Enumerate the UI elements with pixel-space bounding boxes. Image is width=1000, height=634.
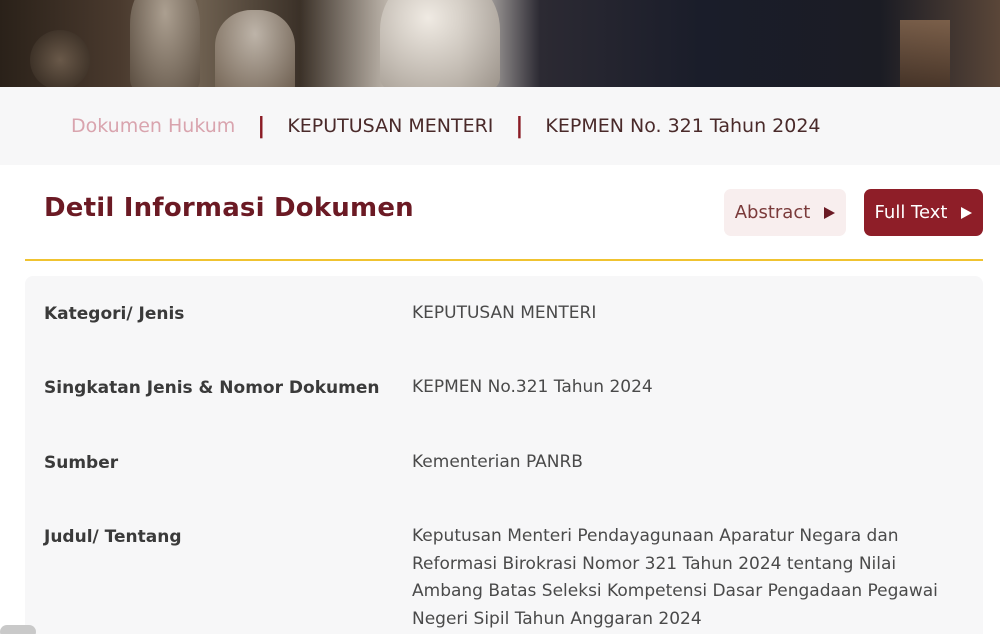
- breadcrumb-home-link[interactable]: Dokumen Hukum: [71, 115, 235, 137]
- info-label: Judul/ Tentang: [44, 527, 182, 547]
- breadcrumb: Dokumen Hukum | KEPUTUSAN MENTERI | KEPM…: [0, 87, 1000, 165]
- document-header: Detil Informasi Dokumen Abstract Full Te…: [25, 165, 983, 261]
- hero-decor: [130, 0, 200, 87]
- abstract-button[interactable]: Abstract: [724, 189, 846, 236]
- full-text-button[interactable]: Full Text: [864, 189, 983, 236]
- breadcrumb-category-link[interactable]: KEPUTUSAN MENTERI: [287, 115, 493, 137]
- document-info-card: Kategori/ Jenis KEPUTUSAN MENTERI Singka…: [25, 276, 983, 634]
- play-triangle-icon: [961, 206, 973, 219]
- hero-decor: [380, 0, 500, 87]
- hero-decor: [30, 30, 90, 87]
- breadcrumb-separator: |: [257, 113, 266, 139]
- info-value: KEPUTUSAN MENTERI: [412, 303, 597, 323]
- page-title: Detil Informasi Dokumen: [44, 193, 414, 223]
- hero-banner-image: [0, 0, 1000, 87]
- abstract-button-label: Abstract: [734, 202, 811, 223]
- info-label: Kategori/ Jenis: [44, 304, 185, 324]
- hero-decor: [215, 10, 295, 87]
- info-value: Keputusan Menteri Pendayagunaan Aparatur…: [412, 526, 938, 629]
- info-label: Singkatan Jenis & Nomor Dokumen: [44, 378, 380, 398]
- play-triangle-icon: [824, 206, 836, 219]
- breadcrumb-current-document: KEPMEN No. 321 Tahun 2024: [545, 115, 821, 137]
- breadcrumb-separator: |: [515, 113, 524, 139]
- info-label: Sumber: [44, 453, 119, 473]
- full-text-button-label: Full Text: [874, 202, 948, 223]
- info-value: KEPMEN No.321 Tahun 2024: [412, 377, 653, 397]
- hero-decor: [900, 20, 950, 87]
- info-value: Kementerian PANRB: [412, 452, 583, 472]
- scrollbar-handle[interactable]: [0, 625, 36, 634]
